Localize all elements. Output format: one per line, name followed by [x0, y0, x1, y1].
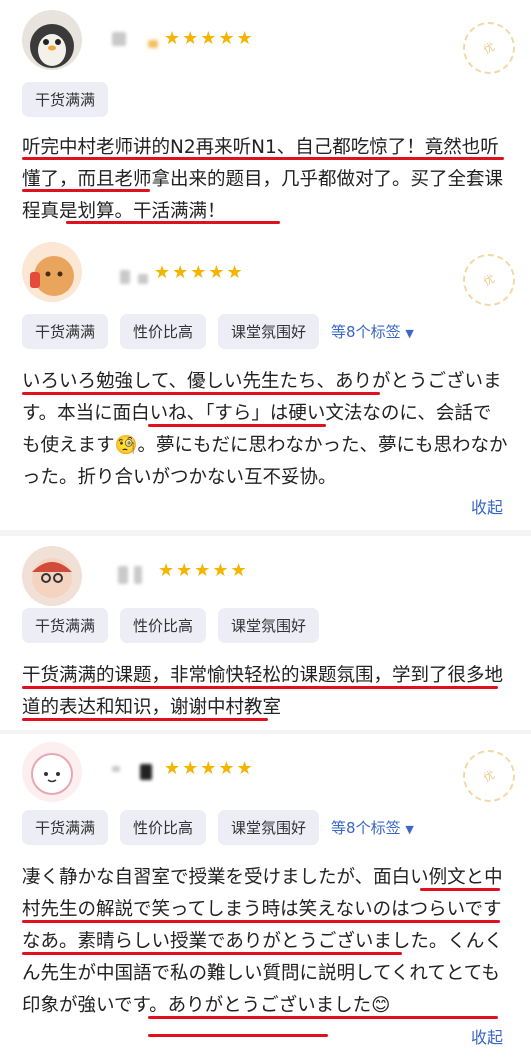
underline-annotation — [22, 952, 402, 955]
tag[interactable]: 干货满满 — [22, 314, 109, 349]
username-blurred — [138, 274, 148, 284]
underline-annotation — [420, 888, 500, 891]
review-card: ★★★★★ 优 干货满满 性价比高 课堂氛围好 等8个标签 ▼ 凄く静かな自習室… — [0, 734, 531, 1060]
review-text: 凄く静かな自習室で授業を受けましたが、面白い例文と中村先生の解説で笑ってしまう時… — [22, 867, 503, 1016]
tag[interactable]: 课堂氛围好 — [218, 314, 320, 349]
tag[interactable]: 性价比高 — [120, 810, 207, 845]
tag[interactable]: 干货满满 — [22, 82, 109, 117]
tag-list: 干货满满 性价比高 课堂氛围好 — [22, 608, 320, 643]
username-blurred — [112, 32, 126, 46]
more-tags-label: 等8个标签 — [331, 819, 401, 837]
username-blurred — [134, 566, 142, 584]
tag[interactable]: 性价比高 — [120, 608, 207, 643]
avatar[interactable] — [22, 10, 82, 70]
quality-badge-icon: 优 — [454, 245, 524, 315]
tag[interactable]: 课堂氛围好 — [218, 810, 320, 845]
tag[interactable]: 性价比高 — [120, 314, 207, 349]
underline-annotation — [22, 920, 500, 923]
avatar[interactable] — [22, 242, 82, 302]
review-text: いろいろ勉強して、優しい先生たち、ありがとうございます。本当に面白いね、「すら」… — [22, 371, 508, 488]
tag-list: 干货满满 — [22, 82, 109, 117]
collapse-link[interactable]: 收起 — [471, 494, 503, 518]
star-rating: ★★★★★ — [164, 758, 255, 779]
username-blurred — [148, 40, 158, 48]
tag-list: 干货满满 性价比高 课堂氛围好 等8个标签 ▼ — [22, 314, 414, 349]
underline-annotation — [148, 1016, 498, 1019]
username-blurred — [140, 764, 152, 780]
review-card: ★★★★★ 优 干货满满 听完中村老师讲的N2再来听N1、自己都吃惊了！竟然也听… — [0, 0, 531, 240]
username-blurred — [120, 270, 130, 284]
avatar[interactable] — [22, 546, 82, 606]
collapse-link[interactable]: 收起 — [471, 1024, 503, 1048]
chevron-down-icon: ▼ — [405, 823, 414, 836]
quality-badge-icon: 优 — [454, 741, 524, 811]
underline-annotation — [22, 718, 268, 721]
tag[interactable]: 干货满满 — [22, 810, 109, 845]
tag[interactable]: 课堂氛围好 — [218, 608, 320, 643]
chevron-down-icon: ▼ — [405, 327, 414, 340]
star-rating: ★★★★★ — [158, 560, 249, 581]
tag-list: 干货满满 性价比高 课堂氛围好 等8个标签 ▼ — [22, 810, 414, 845]
review-card: ★★★★★ 干货满满 性价比高 课堂氛围好 干货满满的课题，非常愉快轻松的课题氛… — [0, 536, 531, 730]
underline-annotation — [148, 424, 326, 427]
quality-badge-icon: 优 — [454, 13, 524, 83]
tag[interactable]: 干货满满 — [22, 608, 109, 643]
more-tags-link[interactable]: 等8个标签 ▼ — [331, 817, 414, 838]
underline-annotation — [22, 392, 380, 395]
star-rating: ★★★★★ — [154, 262, 245, 283]
more-tags-label: 等8个标签 — [331, 323, 401, 341]
review-card: ★★★★★ 优 干货满满 性价比高 课堂氛围好 等8个标签 ▼ いろいろ勉強して… — [0, 236, 531, 530]
underline-annotation — [22, 157, 504, 160]
underline-annotation — [66, 221, 280, 224]
underline-annotation — [22, 189, 150, 192]
more-tags-link[interactable]: 等8个标签 ▼ — [331, 321, 414, 342]
underline-annotation — [22, 686, 498, 689]
username-blurred — [112, 766, 120, 772]
username-blurred — [118, 566, 128, 584]
avatar[interactable] — [22, 742, 82, 802]
underline-annotation — [148, 1034, 328, 1037]
review-text: 听完中村老师讲的N2再来听N1、自己都吃惊了！竟然也听懂了，而且老师拿出来的题目… — [22, 137, 504, 222]
review-text: 干货满满的课题，非常愉快轻松的课题氛围，学到了很多地道的表达和知识，谢谢中村教室 — [22, 665, 504, 718]
star-rating: ★★★★★ — [164, 28, 255, 49]
